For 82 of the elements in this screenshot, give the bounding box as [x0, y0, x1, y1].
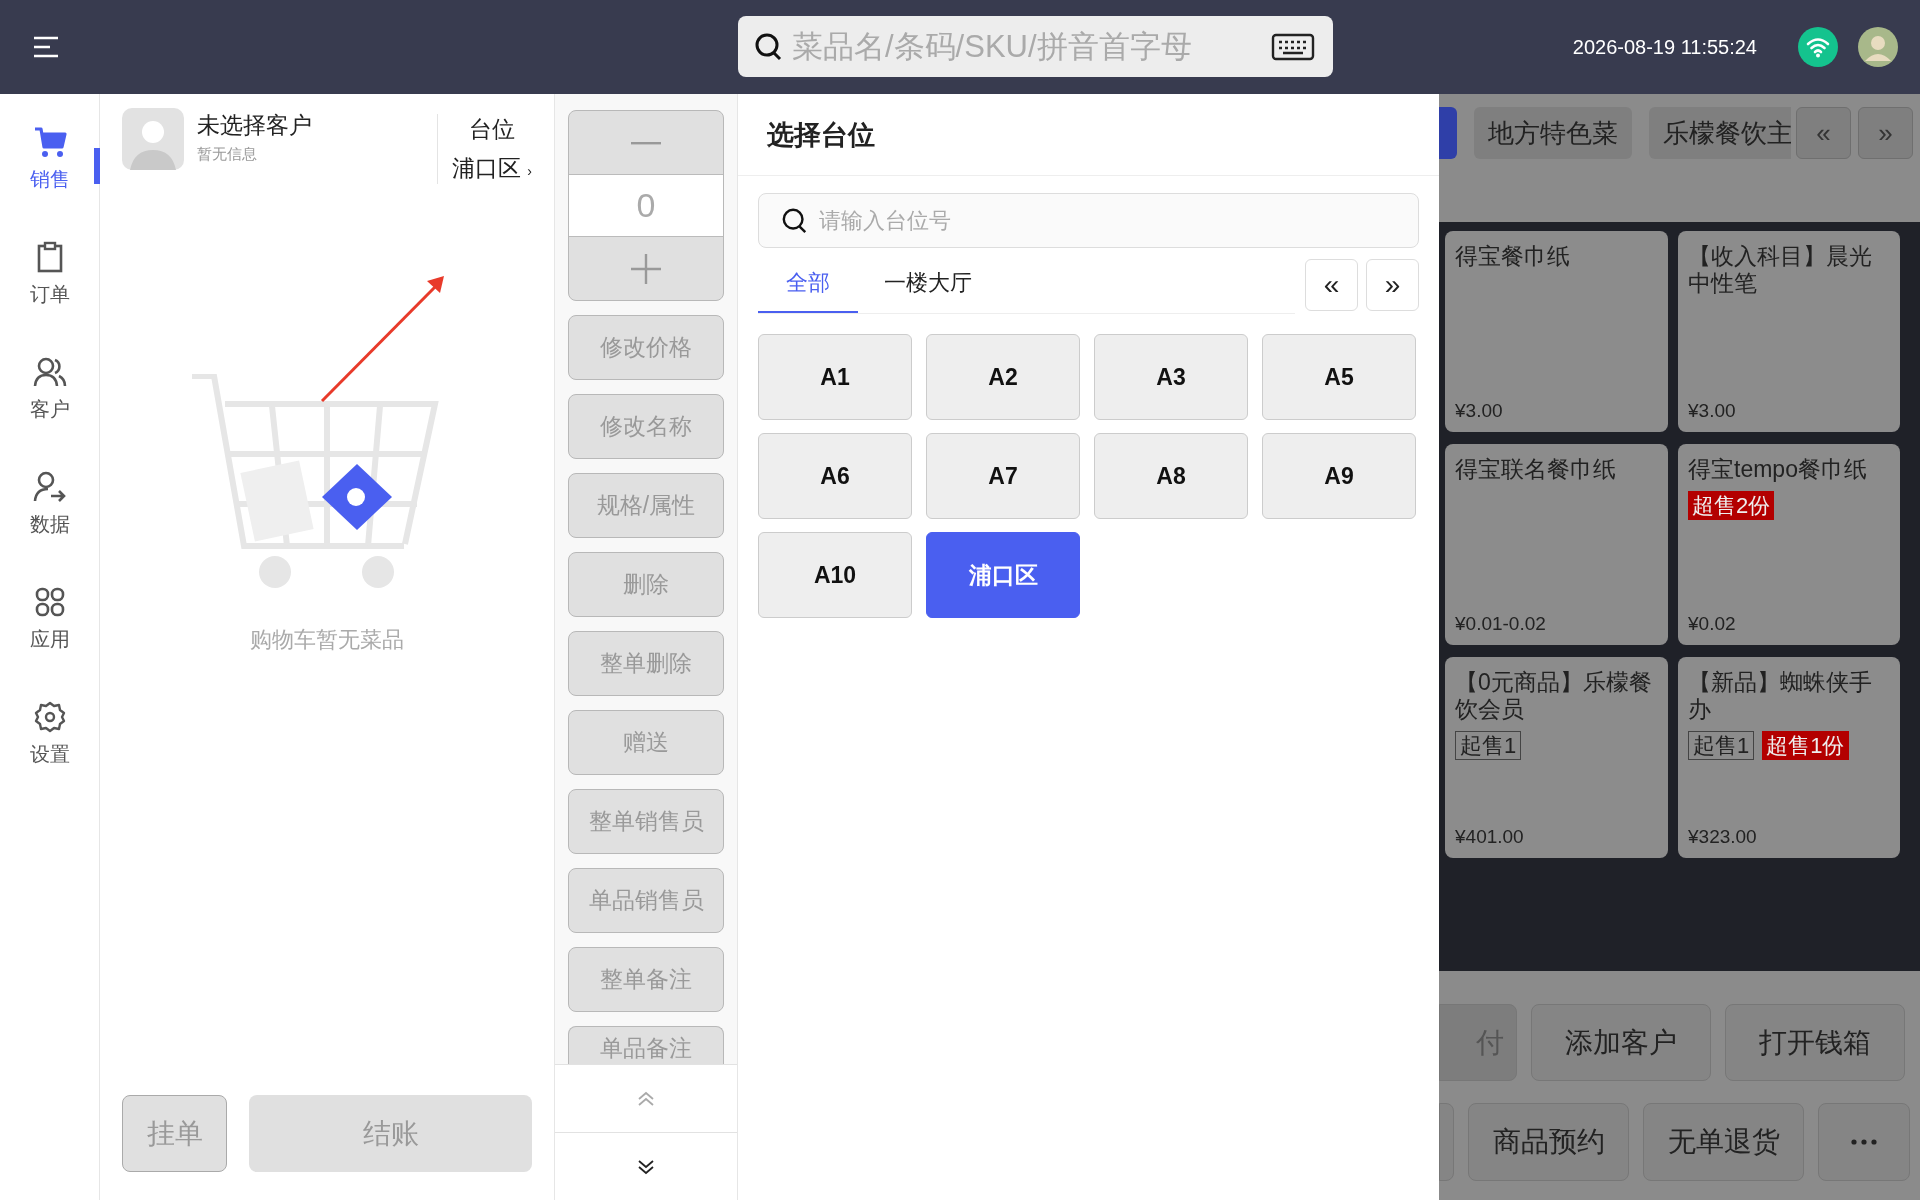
search-icon	[781, 206, 809, 235]
product-price: ¥3.00	[1455, 400, 1503, 422]
table-button[interactable]: A10	[758, 532, 912, 618]
product-price: ¥0.02	[1688, 613, 1736, 635]
cart-icon	[32, 126, 67, 158]
apps-icon	[33, 586, 66, 618]
minus-icon	[631, 140, 661, 145]
product-card[interactable]: 得宝餐巾纸 ¥3.00	[1445, 231, 1668, 432]
scroll-down-button[interactable]	[555, 1132, 737, 1200]
product-price: ¥0.01-0.02	[1455, 613, 1546, 635]
nav-item[interactable]: 数据	[0, 471, 99, 586]
area-tab[interactable]: 一楼大厅	[878, 255, 978, 313]
table-button[interactable]: A8	[1094, 433, 1248, 519]
table-search-field[interactable]: 请输入台位号	[758, 193, 1419, 248]
action-button[interactable]: 无单退货	[1643, 1103, 1804, 1181]
table-button[interactable]: 浦口区	[926, 532, 1080, 618]
table-button[interactable]: A3	[1094, 334, 1248, 420]
previous-category-button[interactable]: «	[1796, 107, 1851, 159]
menu-icon[interactable]	[32, 36, 60, 58]
keyboard-icon[interactable]	[1271, 32, 1315, 61]
product-name: 【新品】蜘蛛侠手办	[1688, 669, 1873, 723]
person-arrow-icon	[32, 471, 67, 503]
people-icon	[32, 356, 67, 388]
search-input[interactable]: 菜品名/条码/SKU/拼音首字母	[790, 27, 1265, 66]
oversold-tag: 超售1份	[1762, 730, 1849, 760]
search-icon	[754, 31, 784, 62]
product-name: 得宝联名餐巾纸	[1455, 456, 1616, 483]
table-button[interactable]: A7	[926, 433, 1080, 519]
product-name: 【收入科目】晨光中性笔	[1688, 243, 1873, 297]
table-search-input[interactable]: 请输入台位号	[817, 206, 1418, 235]
product-card[interactable]: 得宝联名餐巾纸 ¥0.01-0.02	[1445, 444, 1668, 645]
table-button[interactable]: A1	[758, 334, 912, 420]
action-button[interactable]: 商品预约	[1468, 1103, 1629, 1181]
plus-icon	[631, 253, 661, 284]
nav-item[interactable]: 应用	[0, 586, 99, 701]
settings-icon	[33, 701, 66, 733]
dialog-title: 选择台位	[767, 118, 875, 152]
nav-item[interactable]: 订单	[0, 241, 99, 356]
nav-item[interactable]: 销售	[0, 126, 99, 241]
customer-name[interactable]: 未选择客户	[197, 110, 312, 141]
chevron-down-icon	[637, 1158, 655, 1175]
table-button[interactable]: A9	[1262, 433, 1416, 519]
chevron-up-icon	[637, 1090, 655, 1107]
product-price: ¥323.00	[1688, 826, 1757, 848]
table-selector[interactable]: 浦口区 ›	[451, 153, 532, 184]
product-card[interactable]: 得宝tempo餐巾纸 超售2份 ¥0.02	[1678, 444, 1900, 645]
minimum-order-tag: 起售1	[1688, 730, 1755, 760]
product-card[interactable]: 【收入科目】晨光中性笔 ¥3.00	[1678, 231, 1900, 432]
empty-cart-message: 购物车暂无菜品	[250, 626, 404, 654]
product-card[interactable]: 【0元商品】乐檬餐饮会员 起售1 ¥401.00	[1445, 657, 1668, 858]
product-price: ¥401.00	[1455, 826, 1524, 848]
more-button[interactable]	[1818, 1103, 1910, 1181]
avatar[interactable]	[1858, 27, 1898, 67]
table-button[interactable]: A2	[926, 334, 1080, 420]
product-card[interactable]: 【新品】蜘蛛侠手办 起售1 超售1份 ¥323.00	[1678, 657, 1900, 858]
date-time: 2026-08-19 11:55:24	[1572, 35, 1757, 59]
action-button[interactable]: 添加客户	[1531, 1004, 1711, 1081]
scroll-up-button[interactable]	[555, 1064, 737, 1132]
next-page-button[interactable]: »	[1366, 258, 1419, 311]
minimum-order-tag: 起售1	[1455, 730, 1522, 760]
nav-item[interactable]: 设置	[0, 701, 99, 816]
product-name: 得宝tempo餐巾纸	[1688, 456, 1867, 483]
nav-item[interactable]: 客户	[0, 356, 99, 471]
more-icon	[1851, 1139, 1877, 1145]
next-category-button[interactable]: »	[1858, 107, 1913, 159]
previous-page-button[interactable]: «	[1305, 258, 1358, 311]
product-name: 得宝餐巾纸	[1455, 243, 1570, 270]
customer-info: 暂无信息	[197, 145, 257, 164]
wifi-icon[interactable]	[1798, 27, 1838, 67]
table-button[interactable]: A5	[1262, 334, 1416, 420]
category-tab[interactable]	[1439, 107, 1457, 159]
action-button[interactable]	[1439, 1103, 1454, 1181]
customer-avatar[interactable]	[122, 108, 184, 170]
oversold-tag: 超售2份	[1688, 490, 1775, 520]
product-price: ¥3.00	[1688, 400, 1736, 422]
table-button[interactable]: A6	[758, 433, 912, 519]
product-name: 【0元商品】乐檬餐饮会员	[1455, 669, 1653, 723]
action-button[interactable]: 打开钱箱	[1725, 1004, 1905, 1081]
table-label: 台位	[468, 115, 515, 144]
search-field[interactable]: 菜品名/条码/SKU/拼音首字母	[738, 16, 1333, 77]
category-tab[interactable]: 地方特色菜	[1474, 107, 1632, 159]
area-tab[interactable]: 全部	[758, 255, 858, 313]
